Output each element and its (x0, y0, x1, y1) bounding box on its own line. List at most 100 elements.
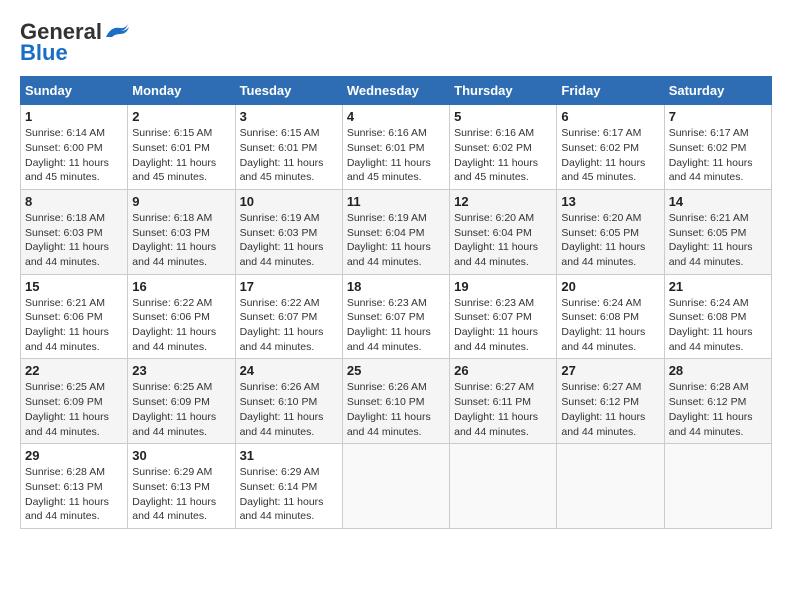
day-info: Sunrise: 6:24 AM Sunset: 6:08 PM Dayligh… (561, 296, 659, 355)
calendar-cell: 8 Sunrise: 6:18 AM Sunset: 6:03 PM Dayli… (21, 189, 128, 274)
calendar-cell: 30 Sunrise: 6:29 AM Sunset: 6:13 PM Dayl… (128, 444, 235, 529)
calendar-cell: 29 Sunrise: 6:28 AM Sunset: 6:13 PM Dayl… (21, 444, 128, 529)
day-info: Sunrise: 6:22 AM Sunset: 6:06 PM Dayligh… (132, 296, 230, 355)
calendar-cell: 31 Sunrise: 6:29 AM Sunset: 6:14 PM Dayl… (235, 444, 342, 529)
calendar-cell: 22 Sunrise: 6:25 AM Sunset: 6:09 PM Dayl… (21, 359, 128, 444)
calendar-week-3: 15 Sunrise: 6:21 AM Sunset: 6:06 PM Dayl… (21, 274, 772, 359)
calendar-cell: 10 Sunrise: 6:19 AM Sunset: 6:03 PM Dayl… (235, 189, 342, 274)
day-info: Sunrise: 6:26 AM Sunset: 6:10 PM Dayligh… (240, 380, 338, 439)
calendar-cell: 24 Sunrise: 6:26 AM Sunset: 6:10 PM Dayl… (235, 359, 342, 444)
day-number: 11 (347, 194, 445, 209)
calendar-cell: 5 Sunrise: 6:16 AM Sunset: 6:02 PM Dayli… (450, 105, 557, 190)
day-info: Sunrise: 6:23 AM Sunset: 6:07 PM Dayligh… (347, 296, 445, 355)
day-info: Sunrise: 6:18 AM Sunset: 6:03 PM Dayligh… (132, 211, 230, 270)
day-info: Sunrise: 6:23 AM Sunset: 6:07 PM Dayligh… (454, 296, 552, 355)
calendar-cell: 28 Sunrise: 6:28 AM Sunset: 6:12 PM Dayl… (664, 359, 771, 444)
calendar-cell: 7 Sunrise: 6:17 AM Sunset: 6:02 PM Dayli… (664, 105, 771, 190)
calendar-cell: 13 Sunrise: 6:20 AM Sunset: 6:05 PM Dayl… (557, 189, 664, 274)
day-number: 29 (25, 448, 123, 463)
day-number: 6 (561, 109, 659, 124)
day-info: Sunrise: 6:16 AM Sunset: 6:02 PM Dayligh… (454, 126, 552, 185)
day-number: 20 (561, 279, 659, 294)
calendar-cell: 1 Sunrise: 6:14 AM Sunset: 6:00 PM Dayli… (21, 105, 128, 190)
day-info: Sunrise: 6:25 AM Sunset: 6:09 PM Dayligh… (25, 380, 123, 439)
day-info: Sunrise: 6:17 AM Sunset: 6:02 PM Dayligh… (561, 126, 659, 185)
calendar-cell: 21 Sunrise: 6:24 AM Sunset: 6:08 PM Dayl… (664, 274, 771, 359)
day-info: Sunrise: 6:21 AM Sunset: 6:06 PM Dayligh… (25, 296, 123, 355)
day-number: 2 (132, 109, 230, 124)
day-number: 1 (25, 109, 123, 124)
day-number: 10 (240, 194, 338, 209)
calendar-cell: 3 Sunrise: 6:15 AM Sunset: 6:01 PM Dayli… (235, 105, 342, 190)
day-number: 15 (25, 279, 123, 294)
calendar-cell: 2 Sunrise: 6:15 AM Sunset: 6:01 PM Dayli… (128, 105, 235, 190)
day-number: 21 (669, 279, 767, 294)
day-number: 24 (240, 363, 338, 378)
calendar-cell: 27 Sunrise: 6:27 AM Sunset: 6:12 PM Dayl… (557, 359, 664, 444)
day-number: 26 (454, 363, 552, 378)
day-number: 31 (240, 448, 338, 463)
day-info: Sunrise: 6:20 AM Sunset: 6:05 PM Dayligh… (561, 211, 659, 270)
day-number: 25 (347, 363, 445, 378)
day-info: Sunrise: 6:19 AM Sunset: 6:04 PM Dayligh… (347, 211, 445, 270)
day-number: 4 (347, 109, 445, 124)
day-number: 16 (132, 279, 230, 294)
day-number: 30 (132, 448, 230, 463)
col-header-tuesday: Tuesday (235, 77, 342, 105)
calendar-cell: 11 Sunrise: 6:19 AM Sunset: 6:04 PM Dayl… (342, 189, 449, 274)
col-header-wednesday: Wednesday (342, 77, 449, 105)
day-info: Sunrise: 6:29 AM Sunset: 6:14 PM Dayligh… (240, 465, 338, 524)
day-info: Sunrise: 6:28 AM Sunset: 6:13 PM Dayligh… (25, 465, 123, 524)
col-header-saturday: Saturday (664, 77, 771, 105)
calendar-cell (450, 444, 557, 529)
day-info: Sunrise: 6:27 AM Sunset: 6:11 PM Dayligh… (454, 380, 552, 439)
day-info: Sunrise: 6:26 AM Sunset: 6:10 PM Dayligh… (347, 380, 445, 439)
day-info: Sunrise: 6:14 AM Sunset: 6:00 PM Dayligh… (25, 126, 123, 185)
day-info: Sunrise: 6:21 AM Sunset: 6:05 PM Dayligh… (669, 211, 767, 270)
calendar-week-4: 22 Sunrise: 6:25 AM Sunset: 6:09 PM Dayl… (21, 359, 772, 444)
day-number: 8 (25, 194, 123, 209)
calendar-cell: 23 Sunrise: 6:25 AM Sunset: 6:09 PM Dayl… (128, 359, 235, 444)
calendar-cell: 12 Sunrise: 6:20 AM Sunset: 6:04 PM Dayl… (450, 189, 557, 274)
col-header-thursday: Thursday (450, 77, 557, 105)
logo: General Blue (20, 20, 130, 66)
day-number: 18 (347, 279, 445, 294)
day-info: Sunrise: 6:25 AM Sunset: 6:09 PM Dayligh… (132, 380, 230, 439)
col-header-monday: Monday (128, 77, 235, 105)
day-info: Sunrise: 6:24 AM Sunset: 6:08 PM Dayligh… (669, 296, 767, 355)
day-info: Sunrise: 6:17 AM Sunset: 6:02 PM Dayligh… (669, 126, 767, 185)
day-info: Sunrise: 6:18 AM Sunset: 6:03 PM Dayligh… (25, 211, 123, 270)
calendar-cell: 26 Sunrise: 6:27 AM Sunset: 6:11 PM Dayl… (450, 359, 557, 444)
day-info: Sunrise: 6:15 AM Sunset: 6:01 PM Dayligh… (132, 126, 230, 185)
calendar-cell: 4 Sunrise: 6:16 AM Sunset: 6:01 PM Dayli… (342, 105, 449, 190)
day-info: Sunrise: 6:16 AM Sunset: 6:01 PM Dayligh… (347, 126, 445, 185)
calendar-cell (664, 444, 771, 529)
day-info: Sunrise: 6:15 AM Sunset: 6:01 PM Dayligh… (240, 126, 338, 185)
calendar-cell (342, 444, 449, 529)
calendar-cell: 9 Sunrise: 6:18 AM Sunset: 6:03 PM Dayli… (128, 189, 235, 274)
calendar-week-2: 8 Sunrise: 6:18 AM Sunset: 6:03 PM Dayli… (21, 189, 772, 274)
day-number: 5 (454, 109, 552, 124)
calendar-cell: 25 Sunrise: 6:26 AM Sunset: 6:10 PM Dayl… (342, 359, 449, 444)
calendar-cell: 14 Sunrise: 6:21 AM Sunset: 6:05 PM Dayl… (664, 189, 771, 274)
day-number: 13 (561, 194, 659, 209)
calendar-cell: 19 Sunrise: 6:23 AM Sunset: 6:07 PM Dayl… (450, 274, 557, 359)
logo-blue-label: Blue (20, 40, 68, 66)
col-header-friday: Friday (557, 77, 664, 105)
page-header: General Blue (20, 20, 772, 66)
day-number: 27 (561, 363, 659, 378)
calendar-cell: 17 Sunrise: 6:22 AM Sunset: 6:07 PM Dayl… (235, 274, 342, 359)
day-info: Sunrise: 6:27 AM Sunset: 6:12 PM Dayligh… (561, 380, 659, 439)
day-number: 28 (669, 363, 767, 378)
day-number: 14 (669, 194, 767, 209)
day-number: 3 (240, 109, 338, 124)
day-number: 23 (132, 363, 230, 378)
bird-logo-icon (104, 21, 130, 43)
calendar-week-1: 1 Sunrise: 6:14 AM Sunset: 6:00 PM Dayli… (21, 105, 772, 190)
calendar-cell: 16 Sunrise: 6:22 AM Sunset: 6:06 PM Dayl… (128, 274, 235, 359)
calendar-cell: 18 Sunrise: 6:23 AM Sunset: 6:07 PM Dayl… (342, 274, 449, 359)
calendar-cell: 6 Sunrise: 6:17 AM Sunset: 6:02 PM Dayli… (557, 105, 664, 190)
calendar-week-5: 29 Sunrise: 6:28 AM Sunset: 6:13 PM Dayl… (21, 444, 772, 529)
day-number: 12 (454, 194, 552, 209)
calendar-cell: 15 Sunrise: 6:21 AM Sunset: 6:06 PM Dayl… (21, 274, 128, 359)
